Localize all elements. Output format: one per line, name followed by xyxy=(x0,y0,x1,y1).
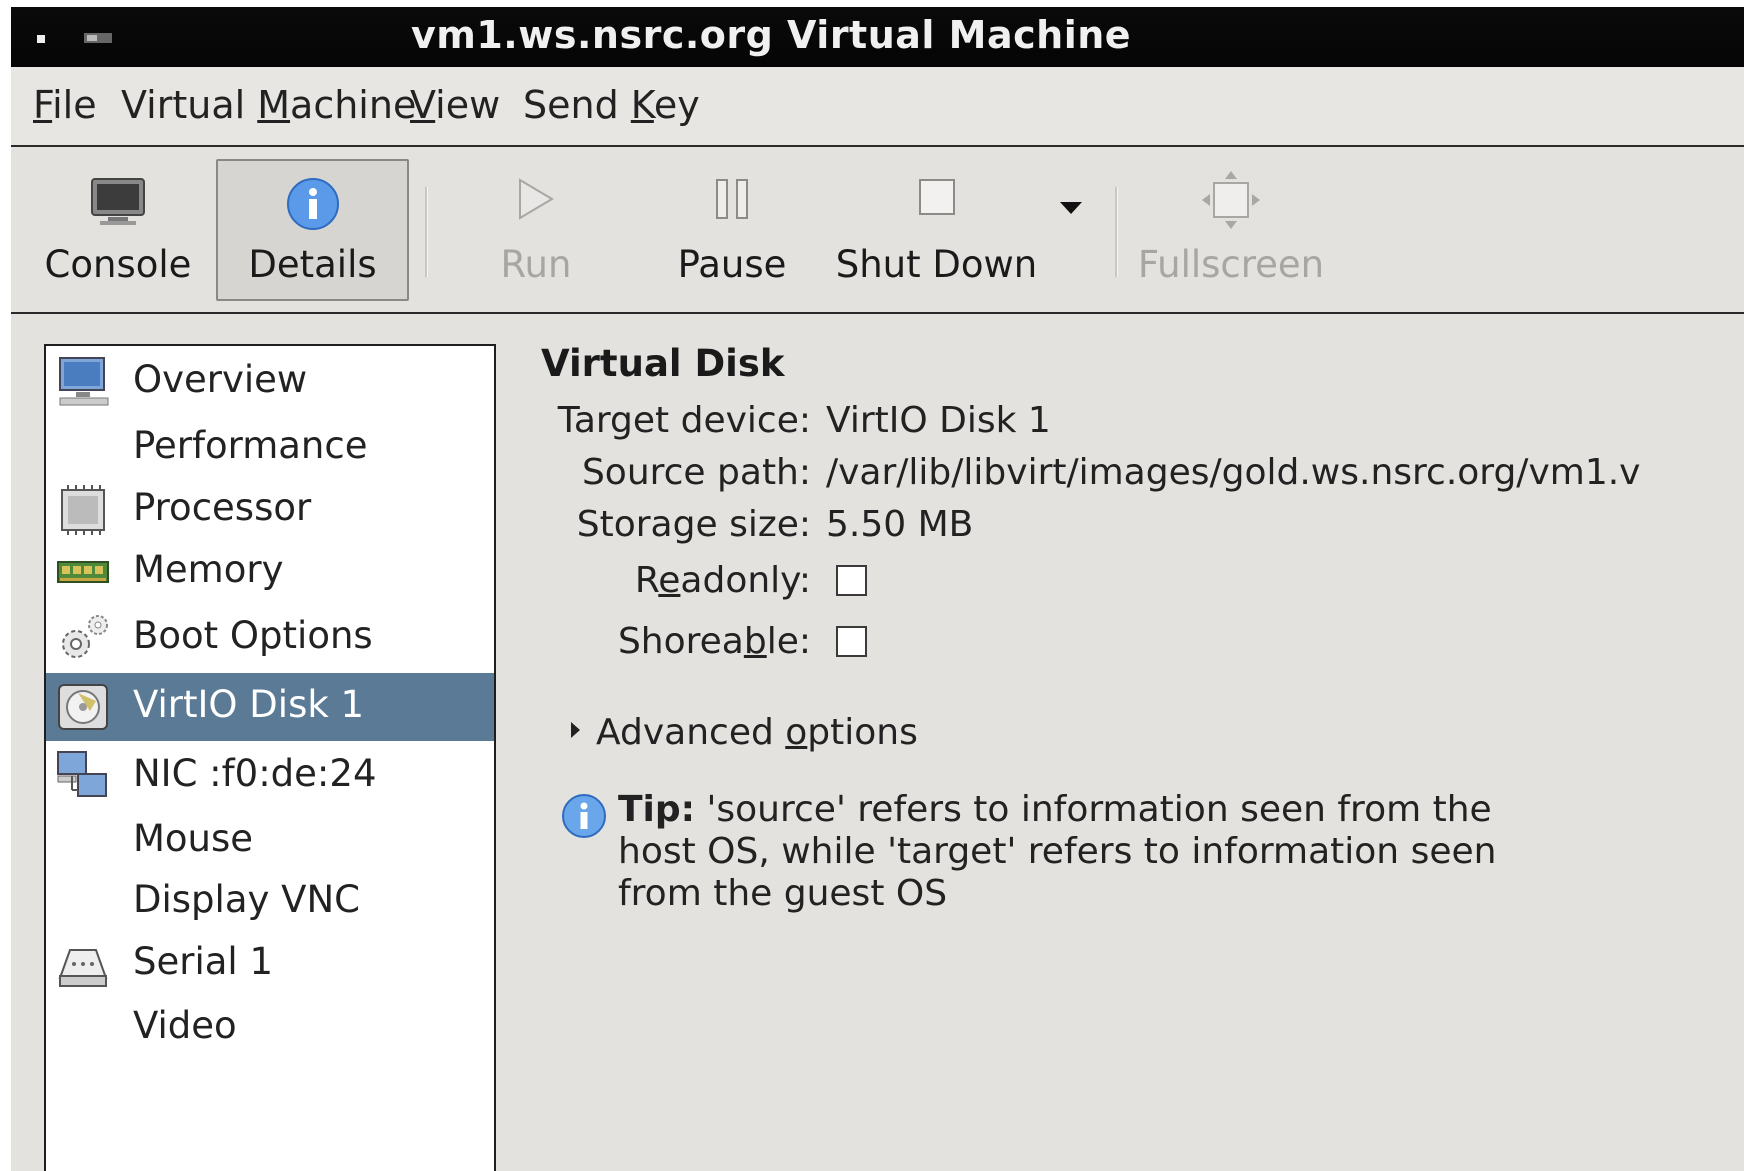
shareable-label-pre: Shorea xyxy=(617,621,744,662)
readonly-label-post: adonly: xyxy=(680,560,811,601)
serial-icon xyxy=(58,949,108,987)
pause-button[interactable]: Pause xyxy=(661,147,803,312)
console-button[interactable]: Console xyxy=(33,147,203,312)
sidebar-item-memory[interactable]: Memory xyxy=(46,538,494,606)
menu-sendkey-label-pre: Send xyxy=(523,83,631,127)
shareable-label-post: le: xyxy=(766,621,811,662)
menu-bar: File Virtual Machine View Send Key xyxy=(11,67,1744,147)
cpu-icon xyxy=(61,485,105,535)
storage-size-value: 5.50 MB xyxy=(826,504,974,545)
monitor-icon xyxy=(91,178,145,225)
readonly-checkbox[interactable] xyxy=(836,565,867,596)
stop-icon xyxy=(918,179,955,215)
menu-virtual-machine[interactable]: Virtual Machine xyxy=(121,83,416,127)
sidebar-item-label: Memory xyxy=(133,548,284,591)
sidebar-item-overview[interactable]: Overview xyxy=(46,348,494,416)
menu-sendkey-label-post: ey xyxy=(653,83,700,127)
pause-label: Pause xyxy=(677,243,787,286)
sidebar-item-label: VirtIO Disk 1 xyxy=(133,683,365,726)
toolbar-separator xyxy=(425,187,428,277)
gears-icon xyxy=(62,615,108,658)
title-bar[interactable]: vm1.ws.nsrc.org Virtual Machine xyxy=(11,7,1744,67)
menu-vm-label-post: achine xyxy=(290,83,417,127)
hardware-list: Overview Performance Processor Memory Bo… xyxy=(44,344,496,1171)
run-label: Run xyxy=(500,243,572,286)
sidebar-item-label: Video xyxy=(133,1004,237,1047)
readonly-mnemonic: e xyxy=(658,560,681,601)
shutdown-label: Shut Down xyxy=(835,243,1038,286)
chevron-down-icon[interactable] xyxy=(1059,201,1083,215)
menu-send-key[interactable]: Send Key xyxy=(523,83,700,127)
menu-sendkey-mnemonic: K xyxy=(630,83,654,127)
toolbar: Console Details Run Pause Shut Down Full… xyxy=(11,147,1744,314)
source-path-label: Source path: xyxy=(581,452,811,493)
tip-bold-label: Tip: xyxy=(618,789,696,830)
shutdown-button[interactable]: Shut Down xyxy=(829,147,1044,312)
pause-icon xyxy=(716,179,748,219)
tip-body: 'source' refers to information seen from… xyxy=(618,789,1497,914)
details-panel: Virtual Disk Target device: VirtIO Disk … xyxy=(541,327,1744,1171)
fullscreen-label: Fullscreen xyxy=(1137,243,1325,286)
menu-vm-label-pre: Virtual xyxy=(121,83,258,127)
menu-file[interactable]: File xyxy=(33,83,97,127)
play-icon xyxy=(519,178,554,220)
toolbar-separator xyxy=(1115,187,1118,277)
expander-arrow-icon xyxy=(571,722,580,738)
details-button[interactable]: Details xyxy=(216,159,409,301)
shareable-mnemonic: b xyxy=(743,621,767,662)
menu-view[interactable]: View xyxy=(410,83,500,127)
advanced-options-expander[interactable]: Advanced options xyxy=(571,712,918,753)
sidebar-item-label: Serial 1 xyxy=(133,940,273,983)
sidebar-item-video[interactable]: Video xyxy=(46,994,494,1062)
sidebar-item-label: Processor xyxy=(133,486,312,529)
sidebar-item-serial-1[interactable]: Serial 1 xyxy=(46,930,494,998)
target-device-label: Target device: xyxy=(557,400,811,441)
menu-view-label: iew xyxy=(435,83,501,127)
sidebar-item-virtio-disk-1[interactable]: VirtIO Disk 1 xyxy=(46,673,494,741)
disk-icon xyxy=(58,684,108,730)
fullscreen-button[interactable]: Fullscreen xyxy=(1136,147,1326,312)
run-button[interactable]: Run xyxy=(466,147,606,312)
readonly-label-pre: R xyxy=(634,560,659,601)
source-path-value: /var/lib/libvirt/images/gold.ws.nsrc.org… xyxy=(826,452,1641,493)
window-title: vm1.ws.nsrc.org Virtual Machine xyxy=(411,13,1132,57)
advanced-label-pre: Advanced xyxy=(596,712,786,753)
memory-icon xyxy=(57,561,109,583)
sidebar-item-boot-options[interactable]: Boot Options xyxy=(46,604,494,672)
info-icon xyxy=(286,178,339,230)
sidebar-item-label: Boot Options xyxy=(133,614,373,657)
vm-window: vm1.ws.nsrc.org Virtual Machine File Vir… xyxy=(11,7,1744,1171)
sidebar-item-label: NIC :f0:de:24 xyxy=(133,752,377,795)
readonly-label: Readonly: xyxy=(541,560,811,601)
shareable-checkbox[interactable] xyxy=(836,626,867,657)
page-title: Virtual Disk xyxy=(541,342,785,385)
sidebar-item-label: Display VNC xyxy=(133,878,360,921)
menu-file-label: ile xyxy=(52,83,97,127)
sidebar-item-display-vnc[interactable]: Display VNC xyxy=(46,868,494,936)
console-label: Console xyxy=(44,243,192,286)
sidebar-item-mouse[interactable]: Mouse xyxy=(46,807,494,875)
sidebar-item-performance[interactable]: Performance xyxy=(46,414,494,482)
shareable-label: Shoreable: xyxy=(541,621,811,662)
sidebar-item-nic[interactable]: NIC :f0:de:24 xyxy=(46,742,494,810)
menu-vm-mnemonic: M xyxy=(257,83,291,127)
sidebar-item-label: Overview xyxy=(133,358,308,401)
monitor-icon xyxy=(59,357,109,406)
tip-text: Tip: 'source' refers to information seen… xyxy=(618,789,1548,915)
advanced-mnemonic: o xyxy=(785,712,808,753)
target-device-value: VirtIO Disk 1 xyxy=(826,400,1051,441)
fullscreen-icon xyxy=(1202,171,1260,229)
sidebar-item-processor[interactable]: Processor xyxy=(46,476,494,544)
menu-view-mnemonic: V xyxy=(410,83,436,127)
info-icon xyxy=(562,794,606,838)
advanced-label-post: ptions xyxy=(807,712,918,753)
sidebar-item-label: Performance xyxy=(133,424,368,467)
network-icon xyxy=(57,751,107,797)
sidebar-item-label: Mouse xyxy=(133,817,254,860)
menu-file-mnemonic: F xyxy=(33,83,53,127)
details-label: Details xyxy=(248,243,377,286)
storage-size-label: Storage size: xyxy=(576,504,811,545)
